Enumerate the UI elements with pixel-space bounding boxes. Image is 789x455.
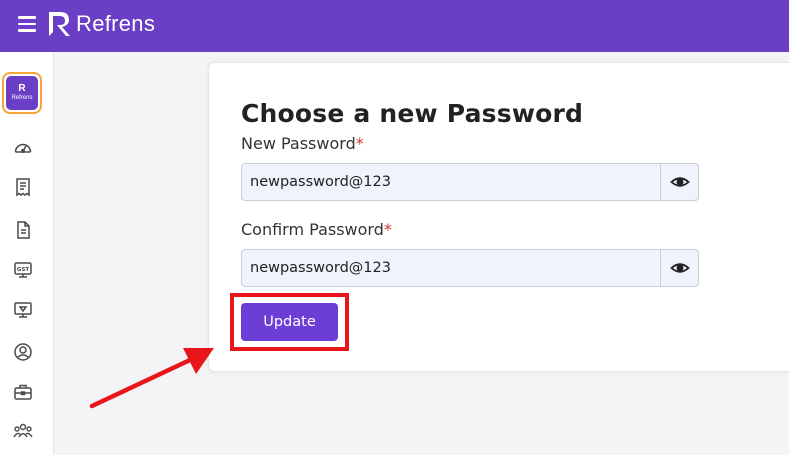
briefcase-icon — [14, 384, 32, 400]
gst-icon-label: GST — [17, 267, 29, 273]
user-circle-icon — [14, 343, 32, 361]
sidebar-item-business[interactable] — [13, 382, 33, 402]
update-button[interactable]: Update — [241, 303, 338, 341]
refrens-logo-icon — [49, 12, 70, 36]
required-mark: * — [355, 134, 364, 153]
confirm-password-label: Confirm Password* — [241, 220, 392, 239]
new-password-label-text: New Password — [241, 134, 356, 153]
new-password-input[interactable] — [242, 164, 660, 200]
sidebar-item-documents[interactable] — [13, 220, 33, 240]
org-switcher[interactable]: R Refrens — [2, 72, 42, 114]
org-logo-mark: R — [18, 83, 26, 94]
page-title: Choose a new Password — [241, 99, 584, 128]
sidebar: R Refrens GST — [0, 52, 54, 455]
eye-icon — [669, 177, 690, 187]
sidebar-item-presentation[interactable] — [13, 300, 33, 320]
gst-icon: GST — [14, 262, 32, 278]
eye-icon — [669, 263, 690, 273]
presentation-icon — [14, 302, 32, 318]
toggle-new-password-visibility[interactable] — [660, 164, 698, 200]
top-navbar: Refrens — [0, 0, 789, 52]
hamburger-menu-icon[interactable] — [18, 16, 36, 32]
document-icon — [17, 221, 30, 239]
sidebar-item-profile[interactable] — [13, 342, 33, 362]
sidebar-item-invoices[interactable] — [13, 177, 33, 197]
sidebar-item-team[interactable] — [13, 421, 33, 441]
required-mark: * — [383, 220, 392, 239]
brand-name: Refrens — [76, 11, 156, 36]
brand[interactable]: Refrens — [46, 10, 155, 38]
sidebar-item-dashboard[interactable] — [13, 138, 33, 158]
change-password-card: Choose a new Password New Password* Conf… — [208, 62, 789, 372]
confirm-password-label-text: Confirm Password — [241, 220, 384, 239]
team-icon — [13, 423, 33, 438]
new-password-label: New Password* — [241, 134, 364, 153]
confirm-password-input[interactable] — [242, 250, 660, 286]
invoice-icon — [16, 178, 30, 197]
new-password-field — [241, 163, 699, 201]
org-logo: R Refrens — [6, 76, 38, 110]
toggle-confirm-password-visibility[interactable] — [660, 250, 698, 286]
sidebar-item-gst[interactable]: GST — [13, 260, 33, 280]
org-logo-text: Refrens — [11, 95, 33, 101]
dashboard-gauge-icon — [14, 143, 32, 153]
confirm-password-field — [241, 249, 699, 287]
annotation-arrow-icon — [89, 348, 214, 409]
